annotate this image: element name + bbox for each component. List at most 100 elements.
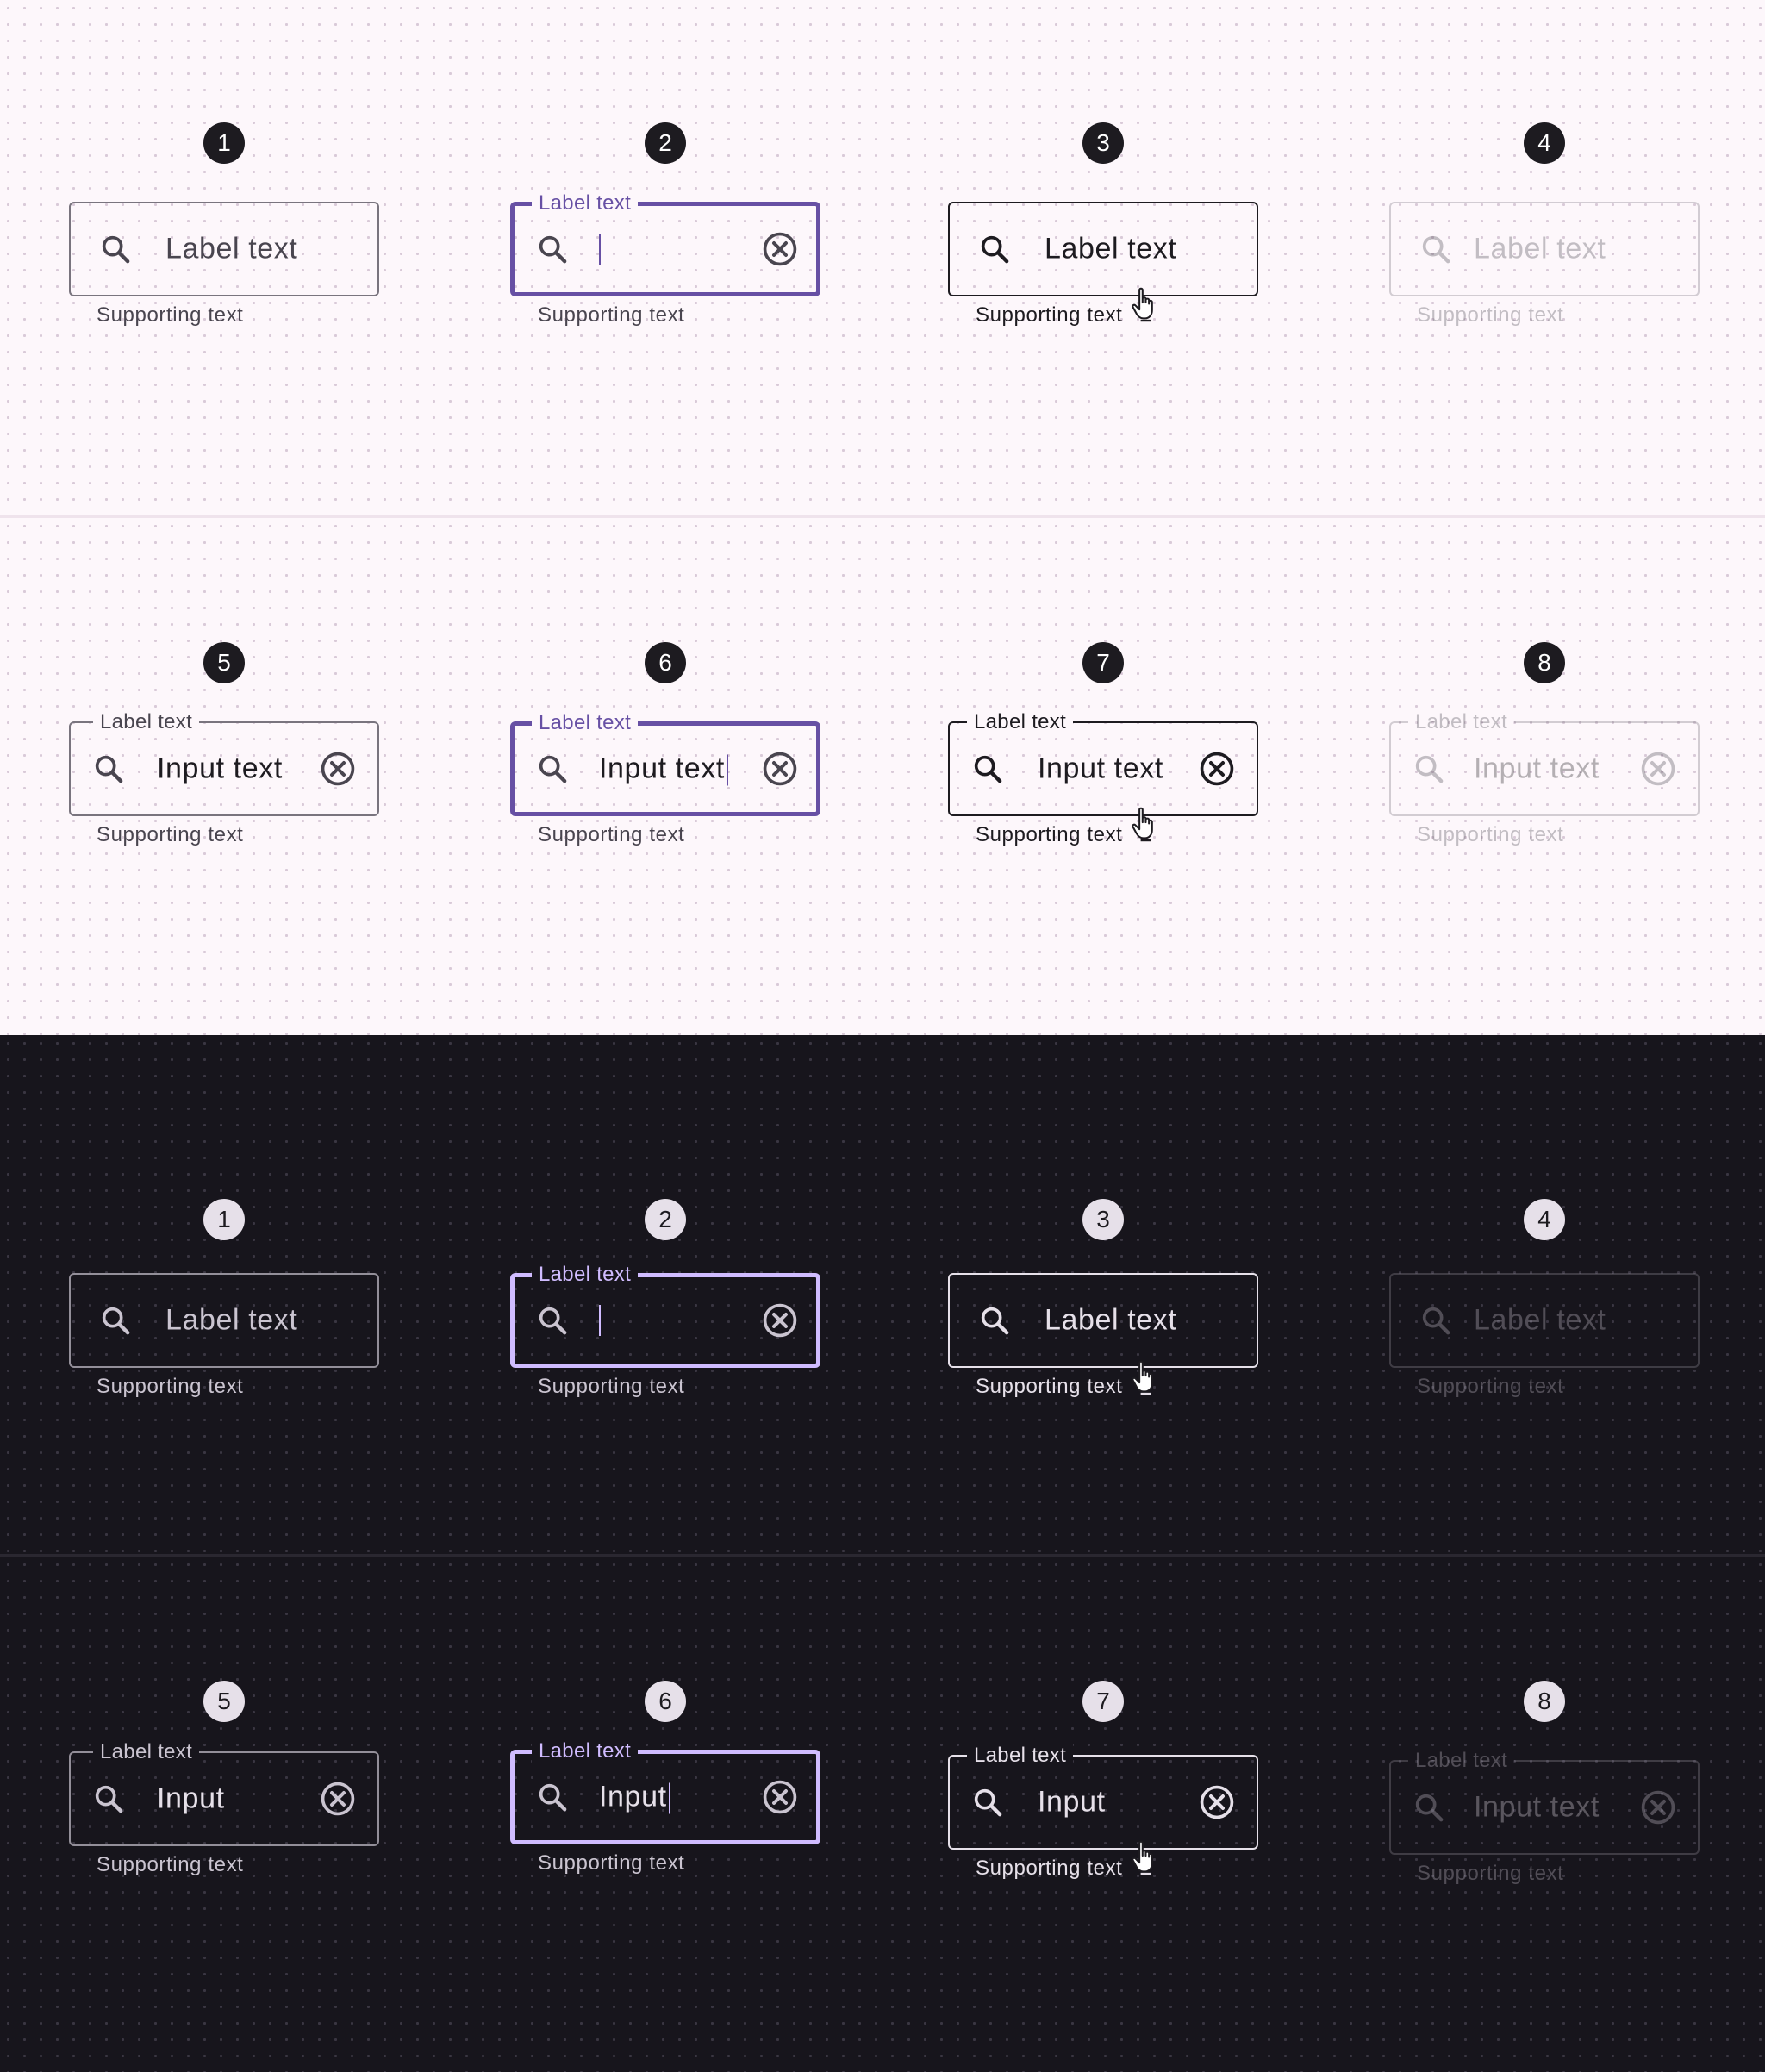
search-icon[interactable] — [970, 752, 1005, 786]
field-placeholder: Label text — [1474, 1303, 1606, 1337]
clear-circle-icon — [1641, 1790, 1675, 1825]
state-badge: 5 — [203, 642, 245, 683]
search-field-disabled: 4 Label text Supporting text — [1389, 122, 1700, 327]
search-field-filled-hovered: 7 Label text Input text Supporting text — [948, 642, 1258, 846]
search-icon[interactable] — [98, 232, 133, 266]
floating-label: Label text — [93, 709, 200, 735]
search-field-container[interactable]: Label text — [948, 202, 1258, 296]
search-field-container[interactable]: Label text — [510, 190, 820, 296]
input-value-text: Input text — [599, 752, 725, 785]
field-placeholder: Label text — [1045, 1303, 1177, 1337]
search-field-filled-focused: 6 Label text Input Supporting text — [510, 1681, 820, 1875]
floating-label: Label text — [93, 1739, 200, 1765]
input-value[interactable]: Input text — [599, 752, 728, 786]
state-badge: 4 — [1524, 1199, 1565, 1240]
supporting-text: Supporting text — [1417, 823, 1564, 846]
floating-label: Label text — [967, 1743, 1074, 1769]
search-icon[interactable] — [91, 752, 126, 786]
search-field-container[interactable]: Label text — [69, 1273, 379, 1368]
search-icon[interactable] — [977, 232, 1012, 266]
clear-circle-icon[interactable] — [1198, 750, 1236, 788]
search-icon[interactable] — [535, 752, 570, 786]
hand-pointer-icon — [1132, 1360, 1153, 1395]
search-field-filled-enabled: 5 Label text Input text Supporting text — [69, 642, 379, 846]
supporting-text: Supporting text — [976, 823, 1123, 846]
search-field-container[interactable]: Label text Input text — [948, 709, 1258, 816]
state-badge: 2 — [645, 122, 686, 164]
search-icon[interactable] — [91, 1782, 126, 1816]
state-badge: 6 — [645, 1681, 686, 1722]
supporting-text: Supporting text — [538, 823, 685, 846]
search-field-container[interactable]: Label text Input — [948, 1743, 1258, 1850]
search-field-hovered: 3 Label text Supporting text — [948, 122, 1258, 327]
hand-pointer-icon — [1132, 1840, 1153, 1875]
dark-resting-section: 1 Label text Supporting text 2 Label tex… — [0, 1035, 1765, 1557]
search-field-filled-disabled: 8 Label text Input text Supporting text — [1389, 1681, 1700, 1885]
search-field-container[interactable]: Label text Input — [69, 1739, 379, 1846]
floating-label: Label text — [532, 1262, 639, 1288]
supporting-text: Supporting text — [976, 303, 1123, 327]
text-caret — [668, 1782, 670, 1814]
floating-label: Label text — [532, 1738, 639, 1764]
input-value[interactable]: Input — [599, 1780, 670, 1814]
clear-circle-icon[interactable] — [319, 1780, 357, 1818]
supporting-text: Supporting text — [97, 1375, 244, 1398]
search-field-container[interactable]: Label text — [510, 1262, 820, 1368]
search-field-container: Label text — [1389, 1273, 1700, 1368]
clear-circle-icon[interactable] — [1198, 1783, 1236, 1821]
search-field-filled-focused: 6 Label text Input text Supporting text — [510, 642, 820, 846]
search-field-container[interactable]: Label text Input text — [69, 709, 379, 816]
search-icon[interactable] — [970, 1785, 1005, 1819]
input-value[interactable]: Input — [1038, 1786, 1106, 1819]
supporting-text: Supporting text — [1417, 303, 1564, 327]
search-icon — [1415, 1794, 1444, 1822]
floating-label: Label text — [532, 710, 639, 736]
supporting-text: Supporting text — [1417, 1862, 1564, 1885]
search-field-container: Label text — [1389, 202, 1700, 296]
clear-circle-icon[interactable] — [319, 750, 357, 788]
search-icon — [1415, 755, 1444, 783]
supporting-text: Supporting text — [538, 303, 685, 327]
clear-circle-icon[interactable] — [761, 1301, 799, 1339]
search-field-container[interactable]: Label text — [948, 1273, 1258, 1368]
clear-circle-icon[interactable] — [761, 750, 799, 788]
text-caret — [599, 1305, 601, 1336]
search-icon — [1422, 1307, 1450, 1335]
supporting-text: Supporting text — [976, 1375, 1123, 1398]
floating-label: Label text — [1408, 1748, 1515, 1774]
search-field-filled-enabled: 5 Label text Input Supporting text — [69, 1681, 379, 1876]
input-value: Input text — [1474, 752, 1600, 785]
state-badge: 2 — [645, 1199, 686, 1240]
light-resting-section: 1 Label text Supporting text 2 Label tex… — [0, 0, 1765, 518]
supporting-text: Supporting text — [1417, 1375, 1564, 1398]
search-icon[interactable] — [535, 1303, 570, 1338]
state-badge: 1 — [203, 1199, 245, 1240]
state-badge: 6 — [645, 642, 686, 683]
hand-pointer-icon — [1132, 807, 1153, 842]
state-badge: 5 — [203, 1681, 245, 1722]
clear-circle-icon[interactable] — [761, 230, 799, 268]
search-icon[interactable] — [535, 232, 570, 266]
state-badge: 8 — [1524, 642, 1565, 683]
state-badge: 4 — [1524, 122, 1565, 164]
supporting-text: Supporting text — [97, 303, 244, 327]
input-value[interactable]: Input — [157, 1782, 225, 1816]
search-field-enabled: 1 Label text Supporting text — [69, 122, 379, 327]
search-field-container[interactable]: Label text Input text — [510, 710, 820, 816]
clear-circle-icon — [1641, 752, 1675, 786]
text-caret — [599, 234, 601, 265]
search-field-container[interactable]: Label text — [69, 202, 379, 296]
field-placeholder: Label text — [165, 1303, 298, 1337]
field-placeholder: Label text — [1474, 232, 1606, 265]
clear-circle-icon[interactable] — [761, 1778, 799, 1816]
search-field-container[interactable]: Label text Input — [510, 1738, 820, 1844]
input-value[interactable]: Input text — [1038, 752, 1163, 786]
input-value[interactable]: Input text — [157, 752, 283, 786]
state-badge: 8 — [1524, 1681, 1565, 1722]
search-icon — [1422, 235, 1450, 264]
field-placeholder: Label text — [165, 232, 298, 265]
search-icon[interactable] — [98, 1303, 133, 1338]
search-icon[interactable] — [535, 1780, 570, 1814]
search-icon[interactable] — [977, 1303, 1012, 1338]
supporting-text: Supporting text — [97, 1853, 244, 1876]
